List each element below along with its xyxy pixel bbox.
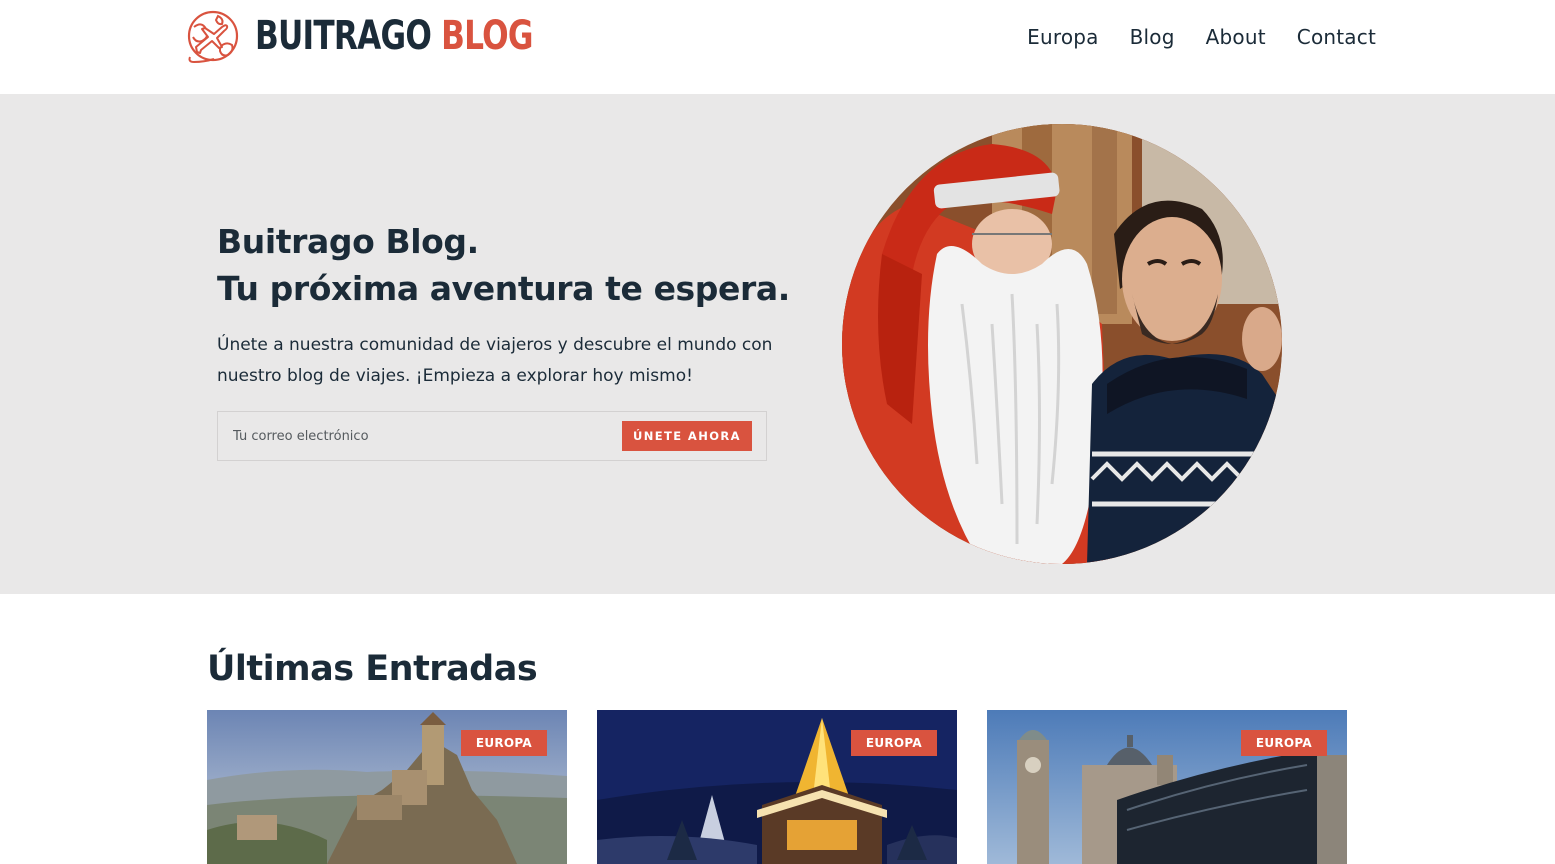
post-card-san-marino[interactable]: EUROPA: [207, 710, 567, 864]
santa-claus-and-traveler-photo: [842, 124, 1282, 564]
main-nav: Europa Blog About Contact: [996, 24, 1376, 50]
nav-link-blog[interactable]: Blog: [1130, 24, 1175, 50]
category-badge[interactable]: EUROPA: [460, 730, 547, 756]
site-logo[interactable]: BUITRAGO BLOG: [184, 7, 611, 65]
logo-word-buitrago: BUITRAGO: [255, 13, 432, 59]
nav-link-contact[interactable]: Contact: [1297, 24, 1376, 50]
category-badge[interactable]: EUROPA: [1240, 730, 1327, 756]
newsletter-form: ÚNETE AHORA: [217, 411, 767, 461]
nav-link-about[interactable]: About: [1206, 24, 1266, 50]
site-header: BUITRAGO BLOG Europa Blog About Contact: [0, 0, 1555, 94]
nav-link-europa[interactable]: Europa: [1027, 24, 1098, 50]
hero-section: Buitrago Blog. Tu próxima aventura te es…: [0, 94, 1555, 594]
join-now-button[interactable]: ÚNETE AHORA: [622, 421, 752, 451]
logo-word-blog: BLOG: [441, 13, 533, 59]
latest-posts-title: Últimas Entradas: [207, 649, 538, 689]
post-card-santa-village[interactable]: EUROPA: [597, 710, 957, 864]
hero-description: Únete a nuestra comunidad de viajeros y …: [217, 335, 773, 386]
logo-wordmark: BUITRAGO BLOG: [255, 7, 534, 65]
hero-title-line1: Buitrago Blog.: [217, 222, 479, 261]
category-badge[interactable]: EUROPA: [850, 730, 937, 756]
hero-title-line2: Tu próxima aventura te espera.: [217, 269, 790, 308]
hero-title: Buitrago Blog. Tu próxima aventura te es…: [217, 218, 790, 312]
globe-airplane-icon: [187, 10, 239, 64]
email-input[interactable]: [218, 412, 618, 460]
post-card-liverpool[interactable]: EUROPA: [987, 710, 1347, 864]
